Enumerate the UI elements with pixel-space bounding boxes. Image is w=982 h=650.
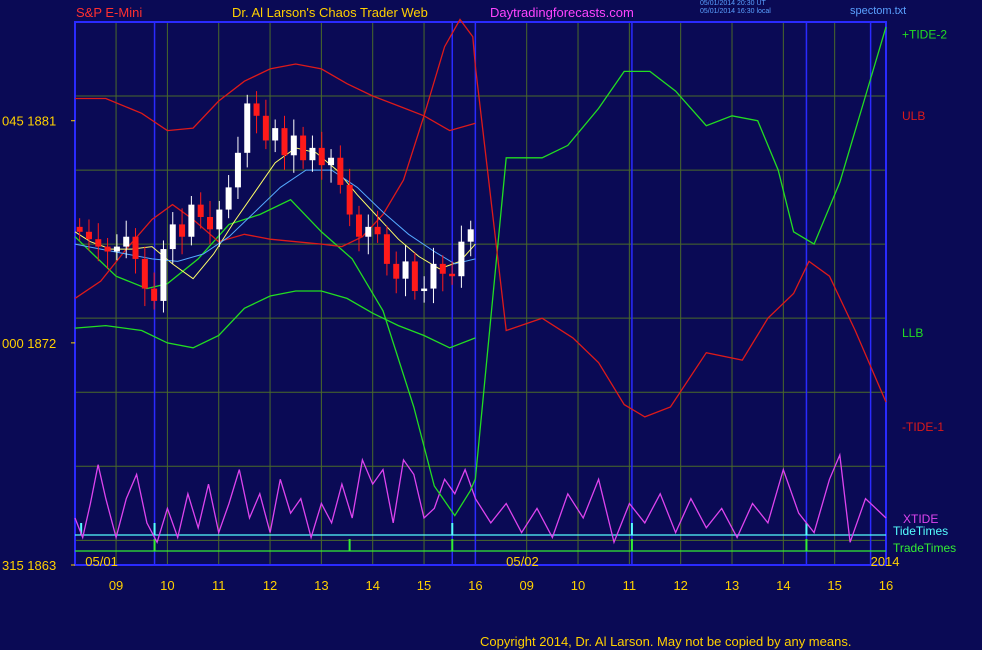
candle-body xyxy=(290,135,297,156)
candle-body xyxy=(151,288,158,301)
candle-body xyxy=(328,157,335,166)
candle-body xyxy=(458,241,465,277)
candle-body xyxy=(272,128,279,141)
timestamp-local: 05/01/2014 16:30 local xyxy=(700,8,771,15)
y-axis-label: 045 1881 xyxy=(2,114,56,129)
candle-body xyxy=(188,204,195,237)
candle-body xyxy=(225,187,232,210)
candle-body xyxy=(346,184,353,215)
x-axis-label: 14 xyxy=(365,578,379,593)
candle-body xyxy=(85,231,92,240)
candle-body xyxy=(160,249,167,301)
candle-body xyxy=(123,236,130,247)
candle-body xyxy=(337,157,344,185)
timestamp-ut: 05/01/2014 20:30 UT xyxy=(700,0,766,7)
x-axis-label: 15 xyxy=(417,578,431,593)
candle-body xyxy=(467,229,474,242)
right-label: LLB xyxy=(902,326,923,340)
x-axis-label: 11 xyxy=(212,578,226,593)
candle-body xyxy=(402,261,409,279)
candle-body xyxy=(262,115,269,141)
candle-body xyxy=(449,273,456,277)
x-axis-label: 12 xyxy=(673,578,687,593)
candle-body xyxy=(141,258,148,289)
date-label: 05/01 xyxy=(85,554,118,569)
candle-body xyxy=(104,246,111,252)
candle-body xyxy=(179,224,186,237)
candle-body xyxy=(309,147,316,161)
right-label: -TIDE-1 xyxy=(902,420,944,434)
candle-body xyxy=(281,128,288,156)
x-axis-label: 10 xyxy=(571,578,585,593)
x-axis-label: 13 xyxy=(725,578,739,593)
symbol-title: S&P E-Mini xyxy=(76,5,143,20)
x-axis-label: 12 xyxy=(263,578,277,593)
candle-body xyxy=(197,204,204,217)
candle-body xyxy=(365,226,372,237)
candle-body xyxy=(253,103,260,116)
site-url[interactable]: Daytradingforecasts.com xyxy=(490,5,634,20)
x-axis-label: 16 xyxy=(468,578,482,593)
plot-frame xyxy=(74,21,887,566)
xtide-line xyxy=(74,452,887,545)
x-axis-label: 09 xyxy=(109,578,123,593)
candle-body xyxy=(421,288,428,292)
series-line--tide-2 xyxy=(74,26,887,517)
date-label: 2014 xyxy=(871,554,900,569)
y-axis-label: 000 1872 xyxy=(2,336,56,351)
tidetimes-label: TideTimes xyxy=(893,524,948,538)
candle-body xyxy=(411,261,418,292)
candle-body xyxy=(383,234,390,264)
candle-body xyxy=(207,216,214,230)
chart-area: 045 1881 000 1872 315 1863 09 10 11 12 13 14 15 16… xyxy=(2,18,956,593)
tradetimes-label: TradeTimes xyxy=(893,541,956,555)
data-file-name: spectom.txt xyxy=(850,5,907,17)
candle-body xyxy=(132,236,139,259)
candle-body xyxy=(216,209,223,230)
copyright-notice: Copyright 2014, Dr. Al Larson. May not b… xyxy=(480,634,852,649)
right-label: +TIDE-2 xyxy=(902,27,947,41)
series-line--tide-1 xyxy=(74,18,887,418)
x-axis-label: 14 xyxy=(776,578,790,593)
x-axis-label: 15 xyxy=(827,578,841,593)
candle-body xyxy=(244,103,251,153)
x-axis-label: 13 xyxy=(314,578,328,593)
candle-body xyxy=(318,147,325,166)
candle-body xyxy=(300,135,307,161)
date-label: 05/02 xyxy=(506,554,539,569)
x-axis-label: 16 xyxy=(879,578,893,593)
x-axis-label: 09 xyxy=(519,578,533,593)
right-label: ULB xyxy=(902,109,925,123)
candle-body xyxy=(76,226,83,232)
candle-body xyxy=(95,239,102,247)
x-axis-label: 11 xyxy=(623,578,637,593)
candle-body xyxy=(439,263,446,274)
candle-body xyxy=(355,214,362,237)
candle-body xyxy=(234,152,241,188)
candle-body xyxy=(393,263,400,279)
x-axis-label: 10 xyxy=(160,578,174,593)
candle-body xyxy=(169,224,176,250)
y-axis-label: 315 1863 xyxy=(2,558,56,573)
candle-body xyxy=(374,226,381,235)
candle-body xyxy=(430,263,437,289)
site-title: Dr. Al Larson's Chaos Trader Web xyxy=(232,5,428,20)
candle-body xyxy=(113,246,120,252)
